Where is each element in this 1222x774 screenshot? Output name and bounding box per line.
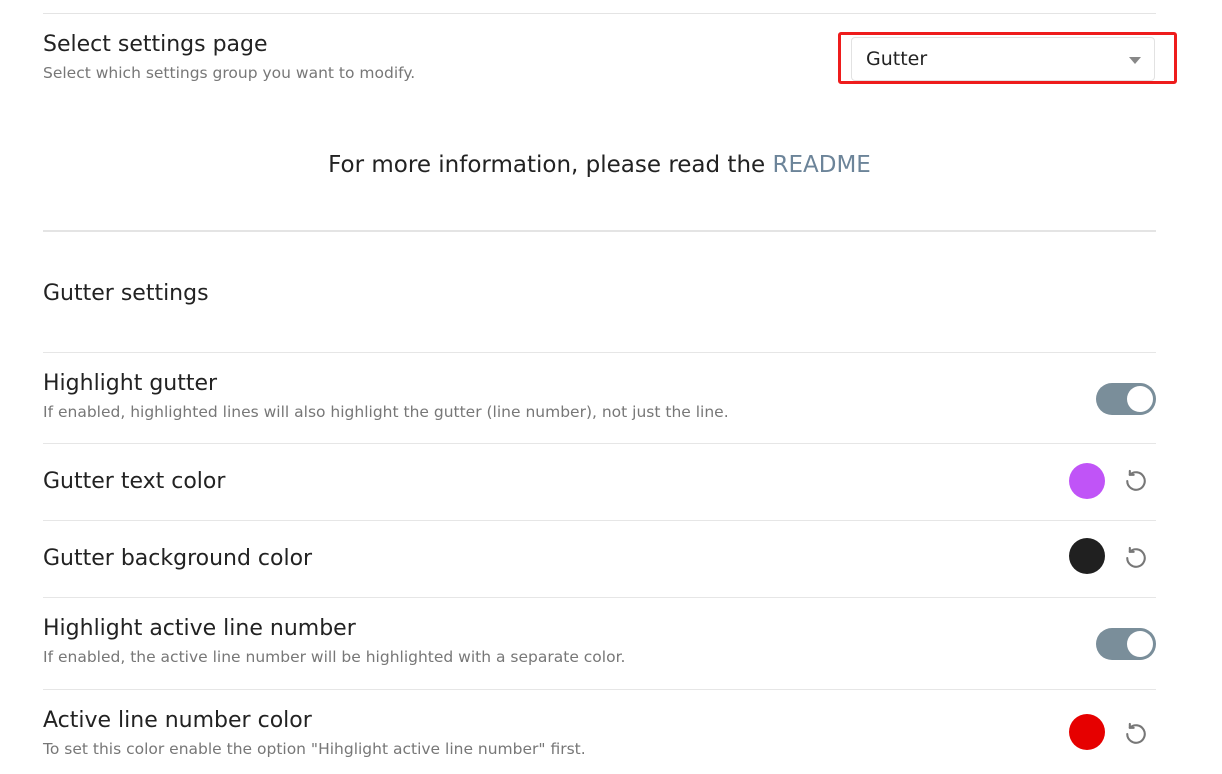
reset-icon[interactable] (1122, 544, 1150, 572)
divider (43, 520, 1156, 521)
readme-link[interactable]: README (773, 152, 871, 178)
setting-row-gutter-text-color: Gutter text color (43, 463, 1156, 520)
section-title: Gutter settings (43, 281, 209, 306)
divider (43, 352, 1156, 353)
reset-icon[interactable] (1122, 467, 1150, 495)
toggle-knob (1127, 631, 1153, 657)
divider (43, 443, 1156, 444)
settings-page-dropdown[interactable]: Gutter (851, 37, 1155, 81)
highlight-gutter-toggle[interactable] (1096, 383, 1156, 415)
setting-title: Gutter text color (43, 469, 226, 494)
setting-title: Highlight gutter (43, 371, 218, 396)
color-swatch[interactable] (1069, 538, 1105, 574)
setting-description: If enabled, highlighted lines will also … (43, 403, 729, 421)
divider (43, 13, 1156, 14)
setting-title: Gutter background color (43, 546, 313, 571)
setting-row-highlight-gutter: Highlight gutter If enabled, highlighted… (43, 369, 1156, 443)
divider (43, 689, 1156, 690)
color-swatch[interactable] (1069, 463, 1105, 499)
dropdown-selected-value: Gutter (866, 48, 928, 70)
setting-row-gutter-background-color: Gutter background color (43, 538, 1156, 597)
setting-title: Highlight active line number (43, 616, 356, 641)
setting-row-highlight-active-line-number: Highlight active line number If enabled,… (43, 614, 1156, 689)
select-settings-page-row: Select settings page Select which settin… (43, 30, 1177, 94)
setting-description: To set this color enable the option "Hih… (43, 740, 586, 758)
divider (43, 597, 1156, 598)
chevron-down-icon (1129, 57, 1141, 64)
setting-row-active-line-number-color: Active line number color To set this col… (43, 706, 1156, 772)
color-swatch[interactable] (1069, 714, 1105, 750)
reset-icon[interactable] (1122, 720, 1150, 748)
setting-title: Active line number color (43, 708, 312, 733)
setting-description: If enabled, the active line number will … (43, 648, 626, 666)
highlight-active-line-number-toggle[interactable] (1096, 628, 1156, 660)
info-text: For more information, please read the (328, 152, 773, 178)
toggle-knob (1127, 386, 1153, 412)
readme-info: For more information, please read the RE… (43, 152, 1156, 178)
divider (43, 230, 1156, 232)
